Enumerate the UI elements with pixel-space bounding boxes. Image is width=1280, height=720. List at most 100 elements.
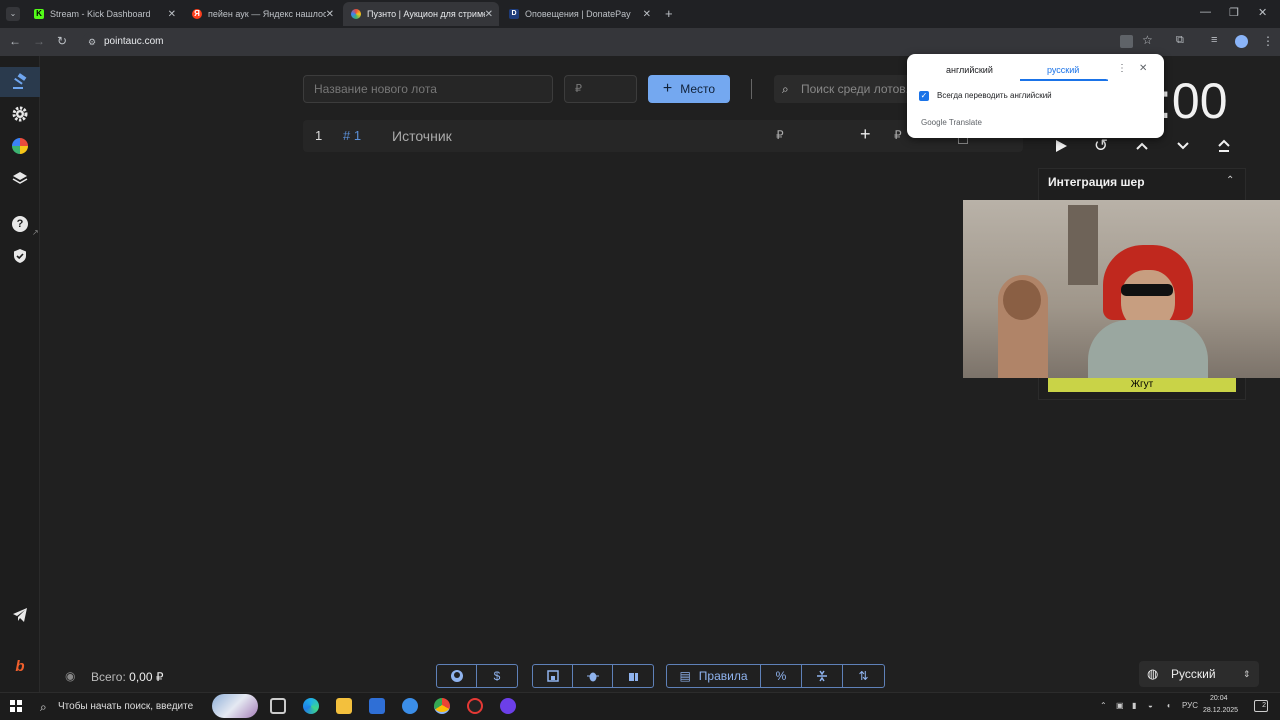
- always-translate-label: Всегда переводить английский: [937, 91, 1052, 100]
- maximize-icon[interactable]: ❐: [1229, 6, 1239, 19]
- browser-tab-pointauc[interactable]: Пузнто | Аукцион для стримера ✕: [343, 2, 499, 26]
- chrome-icon[interactable]: [434, 698, 450, 714]
- taskbar-widget-icon[interactable]: [212, 694, 258, 718]
- new-tab-button[interactable]: +: [665, 6, 673, 21]
- rules-button[interactable]: ▤ Правила: [667, 665, 761, 687]
- app-icon[interactable]: [500, 698, 516, 714]
- select-arrows-icon: ⇕: [1243, 669, 1251, 679]
- tray-date[interactable]: 28.12.2025: [1203, 707, 1238, 714]
- nav-auction-icon[interactable]: [0, 67, 40, 97]
- place-button[interactable]: + Место: [648, 75, 730, 103]
- place-button-label: Место: [680, 82, 716, 96]
- tab-close-icon[interactable]: ✕: [168, 9, 176, 20]
- active-lang-indicator: [1020, 79, 1108, 81]
- nav-wheel-icon[interactable]: [10, 136, 30, 156]
- browser-tab-kick[interactable]: K Stream - Kick Dashboard ✕: [26, 2, 182, 26]
- nav-help-icon[interactable]: ?: [10, 214, 30, 234]
- profile-avatar[interactable]: [1235, 35, 1248, 48]
- lot-name-input[interactable]: Название нового лота: [303, 75, 553, 103]
- donate-dollar-icon[interactable]: $: [477, 665, 517, 687]
- github-icon[interactable]: [437, 665, 477, 687]
- compress-icon[interactable]: [802, 665, 843, 687]
- clear-lots-icon[interactable]: [613, 665, 653, 687]
- nav-boosty-icon[interactable]: b: [10, 656, 30, 676]
- tray-language[interactable]: РУС: [1182, 701, 1198, 710]
- obs-icon[interactable]: [467, 698, 483, 714]
- store-icon[interactable]: [369, 698, 385, 714]
- always-translate-checkbox[interactable]: ✓: [919, 91, 929, 101]
- lot-search-input[interactable]: ⌕ Поиск среди лотов...: [774, 75, 924, 103]
- taskbar-search-placeholder: Чтобы начать поиск, введите: [58, 701, 194, 712]
- search-placeholder: Поиск среди лотов...: [801, 82, 916, 96]
- window-close-icon[interactable]: ✕: [1258, 6, 1267, 19]
- back-icon[interactable]: ←: [9, 34, 21, 48]
- hide-eye-icon[interactable]: ◉: [65, 669, 75, 683]
- tab-title: Оповещения | DonatePay: [525, 9, 631, 19]
- tray-wifi-icon[interactable]: ◒: [1148, 701, 1153, 710]
- nav-layers-icon[interactable]: [10, 168, 30, 188]
- percent-icon[interactable]: %: [761, 665, 802, 687]
- tab-close-icon[interactable]: ✕: [643, 9, 651, 20]
- collapse-chevron-icon[interactable]: ⌃: [1226, 175, 1234, 186]
- tray-overflow-icon[interactable]: ⌃: [1100, 701, 1107, 710]
- add-amount-icon[interactable]: +: [860, 124, 871, 145]
- search-icon: ⌕: [782, 82, 789, 96]
- windows-start-icon[interactable]: [10, 700, 22, 712]
- task-view-icon[interactable]: [270, 698, 286, 714]
- tab-title: пейен аук — Яндекс нашлось: [208, 9, 326, 19]
- browser-tab-yandex[interactable]: Я пейен аук — Яндекс нашлось ✕: [184, 2, 340, 26]
- media-icon[interactable]: ≡: [1211, 34, 1217, 46]
- save-icon[interactable]: [533, 665, 573, 687]
- external-link-icon: ↗: [32, 228, 39, 237]
- timer-up-icon[interactable]: [1132, 136, 1152, 156]
- bookmark-star-icon[interactable]: ☆: [1142, 33, 1153, 47]
- file-explorer-icon[interactable]: [336, 698, 352, 714]
- footer-group-actions: [532, 664, 654, 688]
- reset-timer-icon[interactable]: ↺: [1091, 136, 1111, 156]
- toolbar-divider: [751, 79, 752, 99]
- bug-report-icon[interactable]: [573, 665, 613, 687]
- forward-icon[interactable]: →: [33, 34, 45, 48]
- mail-icon[interactable]: [402, 698, 418, 714]
- timer-double-up-icon[interactable]: [1214, 136, 1234, 156]
- sort-icon[interactable]: ⇅: [843, 665, 884, 687]
- integration-bar: Жгут: [1048, 377, 1236, 392]
- translate-close-icon[interactable]: ✕: [1139, 63, 1147, 74]
- url-field[interactable]: ⚙ pointauc.com: [82, 32, 1132, 52]
- footer-group-rules: ▤ Правила % ⇅: [666, 664, 885, 688]
- lot-amount-input[interactable]: ₽: [564, 75, 637, 103]
- webcam-overlay: [963, 200, 1280, 378]
- nav-settings-icon[interactable]: [10, 104, 30, 124]
- taskbar-search[interactable]: ⌕ Чтобы начать поиск, введите: [32, 696, 208, 718]
- rules-button-label: Правила: [698, 669, 748, 683]
- minimize-icon[interactable]: —: [1200, 6, 1211, 18]
- notifications-icon[interactable]: 2: [1254, 700, 1268, 712]
- tab-search-icon[interactable]: ⌄: [6, 7, 20, 21]
- site-info-icon[interactable]: ⚙: [88, 32, 96, 52]
- tab-close-icon[interactable]: ✕: [326, 9, 334, 20]
- mouse-cursor-icon: ↖: [1105, 72, 1116, 86]
- nav-shield-icon[interactable]: [10, 246, 30, 266]
- tray-network-icon[interactable]: ▣: [1116, 701, 1124, 710]
- edge-icon[interactable]: [303, 698, 319, 714]
- play-icon[interactable]: [1051, 136, 1071, 156]
- lot-add-currency: ₽: [894, 128, 902, 142]
- kick-favicon-icon: K: [34, 9, 44, 19]
- translate-lang-from[interactable]: английский: [946, 65, 993, 75]
- total-amount: Всего: 0,00 ₽: [91, 670, 163, 684]
- translate-options-icon[interactable]: ⋮: [1117, 63, 1127, 74]
- translate-icon[interactable]: [1120, 35, 1133, 48]
- reload-icon[interactable]: ↻: [57, 34, 67, 48]
- extensions-icon[interactable]: ⧉: [1176, 34, 1184, 47]
- tab-close-icon[interactable]: ✕: [485, 9, 493, 20]
- tray-mic-icon[interactable]: ▮: [1132, 701, 1136, 710]
- browser-tab-donatepay[interactable]: D Оповещения | DonatePay ✕: [501, 2, 657, 26]
- language-select[interactable]: ◍ Русский ⇕: [1139, 661, 1259, 687]
- lot-id[interactable]: # 1: [343, 128, 361, 143]
- nav-telegram-icon[interactable]: [10, 605, 30, 625]
- timer-down-icon[interactable]: [1173, 136, 1193, 156]
- tray-volume-icon[interactable]: ◖: [1166, 701, 1171, 710]
- menu-kebab-icon[interactable]: ⋮: [1262, 34, 1274, 48]
- translate-lang-to[interactable]: русский: [1047, 65, 1079, 75]
- tray-time[interactable]: 20:04: [1210, 695, 1228, 702]
